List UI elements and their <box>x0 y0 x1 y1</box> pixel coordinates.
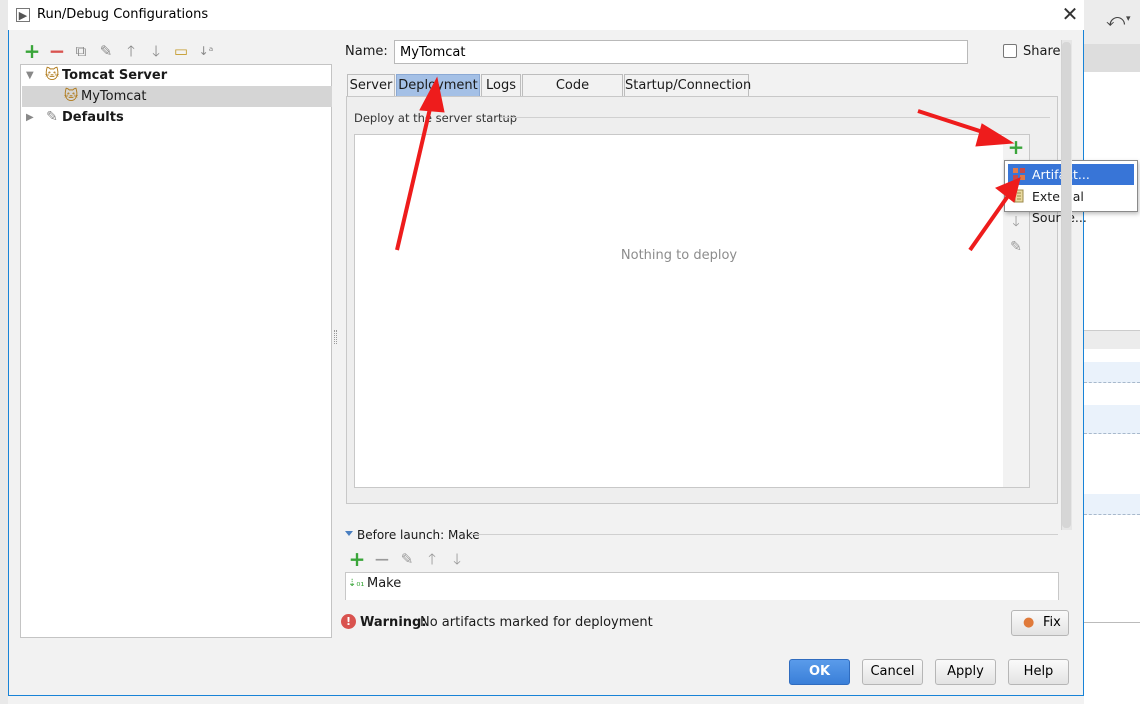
add-task-icon[interactable]: + <box>348 549 366 569</box>
ide-row <box>1084 362 1140 383</box>
ok-button[interactable]: OK <box>789 659 850 685</box>
tab-startup-connection[interactable]: Startup/Connection <box>624 74 751 96</box>
name-input[interactable] <box>394 40 968 64</box>
ide-toolbar: ⤺ ▾ <box>1084 0 1140 45</box>
apply-button[interactable]: Apply <box>935 659 996 685</box>
tomcat-icon: 🐱 <box>44 67 60 83</box>
arrow-down-icon[interactable]: 🡓 <box>147 42 165 60</box>
warning-icon: ! <box>341 614 356 629</box>
tab-code-coverage[interactable]: Code Coverage <box>522 74 623 115</box>
lightbulb-icon: ● <box>1023 615 1035 630</box>
fix-button[interactable]: ● Fix <box>1011 610 1069 636</box>
undo-icon[interactable]: ⤺ <box>1106 10 1125 31</box>
before-launch-title[interactable]: Before launch: Make <box>357 528 480 542</box>
tree-item-label: Tomcat Server <box>62 68 168 83</box>
help-button[interactable]: Help <box>1008 659 1069 685</box>
ide-background-right <box>1084 0 1140 704</box>
list-item[interactable]: ⇣₀₁ Make <box>346 573 1058 595</box>
tree-item-defaults[interactable]: ▶ ✎ Defaults <box>22 107 332 128</box>
wrench-icon[interactable]: ✎ <box>97 42 115 60</box>
arrow-up-icon[interactable]: 🡑 <box>122 42 140 60</box>
artifact-icon <box>1013 168 1025 180</box>
warning-bold: Warning: <box>360 615 427 630</box>
tree-item-mytomcat[interactable]: 🐱 MyTomcat <box>22 86 332 107</box>
before-launch-list: ⇣₀₁ Make <box>345 572 1059 600</box>
config-tree: ▼ 🐱 Tomcat Server 🐱 MyTomcat ▶ ✎ Default… <box>20 64 332 638</box>
run-config-icon: ▶ <box>16 8 30 22</box>
ide-row <box>1084 405 1140 434</box>
before-launch-toggle-icon[interactable] <box>345 531 353 536</box>
name-label: Name: <box>345 44 388 59</box>
chevron-down-icon[interactable]: ▾ <box>1126 14 1131 24</box>
tree-item-tomcat-server[interactable]: ▼ 🐱 Tomcat Server <box>22 65 332 86</box>
move-task-up-icon[interactable]: 🡑 <box>423 550 441 568</box>
sort-icon[interactable]: ↓ᵃ <box>197 42 215 60</box>
tab-server[interactable]: Server <box>347 74 395 96</box>
folder-icon[interactable]: ▭ <box>172 42 190 60</box>
tree-item-label: MyTomcat <box>81 89 147 104</box>
fix-label: Fix <box>1043 615 1061 630</box>
add-icon[interactable]: + <box>23 41 41 61</box>
ide-panel-divider <box>1084 330 1140 349</box>
make-icon: ⇣₀₁ <box>348 578 365 589</box>
share-checkbox[interactable] <box>1003 44 1017 58</box>
external-source-icon <box>1014 189 1024 203</box>
scrollbar-thumb[interactable] <box>1062 42 1071 528</box>
empty-state-text: Nothing to deploy <box>620 248 738 263</box>
expand-arrow-icon[interactable]: ▼ <box>26 65 34 86</box>
move-task-down-icon[interactable]: 🡓 <box>448 550 466 568</box>
share-label: Share <box>1023 44 1061 59</box>
tab-deployment[interactable]: Deployment <box>396 74 480 96</box>
cancel-button[interactable]: Cancel <box>862 659 923 685</box>
group-separator <box>500 117 1050 118</box>
add-deployment-icon[interactable]: + <box>1006 137 1026 157</box>
ide-panel-header <box>1084 44 1140 72</box>
before-launch-separator <box>470 534 1058 535</box>
warning-text: No artifacts marked for deployment <box>420 615 653 630</box>
ide-background-left <box>0 0 8 704</box>
window-title: Run/Debug Configurations <box>37 7 209 22</box>
copy-icon[interactable]: ⧉ <box>72 42 90 60</box>
deploy-group-label: Deploy at the server startup <box>354 111 518 125</box>
remove-icon[interactable]: − <box>48 41 66 61</box>
task-label: Make <box>367 576 402 591</box>
ide-editor-area <box>1084 622 1140 691</box>
move-down-icon[interactable]: 🡓 <box>1006 213 1026 231</box>
collapse-arrow-icon[interactable]: ▶ <box>26 107 34 128</box>
tab-logs[interactable]: Logs <box>481 74 521 96</box>
tree-item-label: Defaults <box>62 110 124 125</box>
menu-item-label: External Source... <box>1032 189 1087 225</box>
remove-task-icon[interactable]: − <box>373 549 391 569</box>
edit-task-icon[interactable]: ✎ <box>398 550 416 568</box>
tomcat-icon: 🐱 <box>63 88 79 104</box>
splitter-handle[interactable] <box>334 330 337 344</box>
deploy-list[interactable] <box>354 134 1004 488</box>
edit-pencil-icon[interactable]: ✎ <box>1006 238 1026 256</box>
close-icon[interactable]: ✕ <box>1060 3 1080 25</box>
defaults-wrench-icon: ✎ <box>46 109 58 125</box>
ide-row <box>1084 494 1140 515</box>
